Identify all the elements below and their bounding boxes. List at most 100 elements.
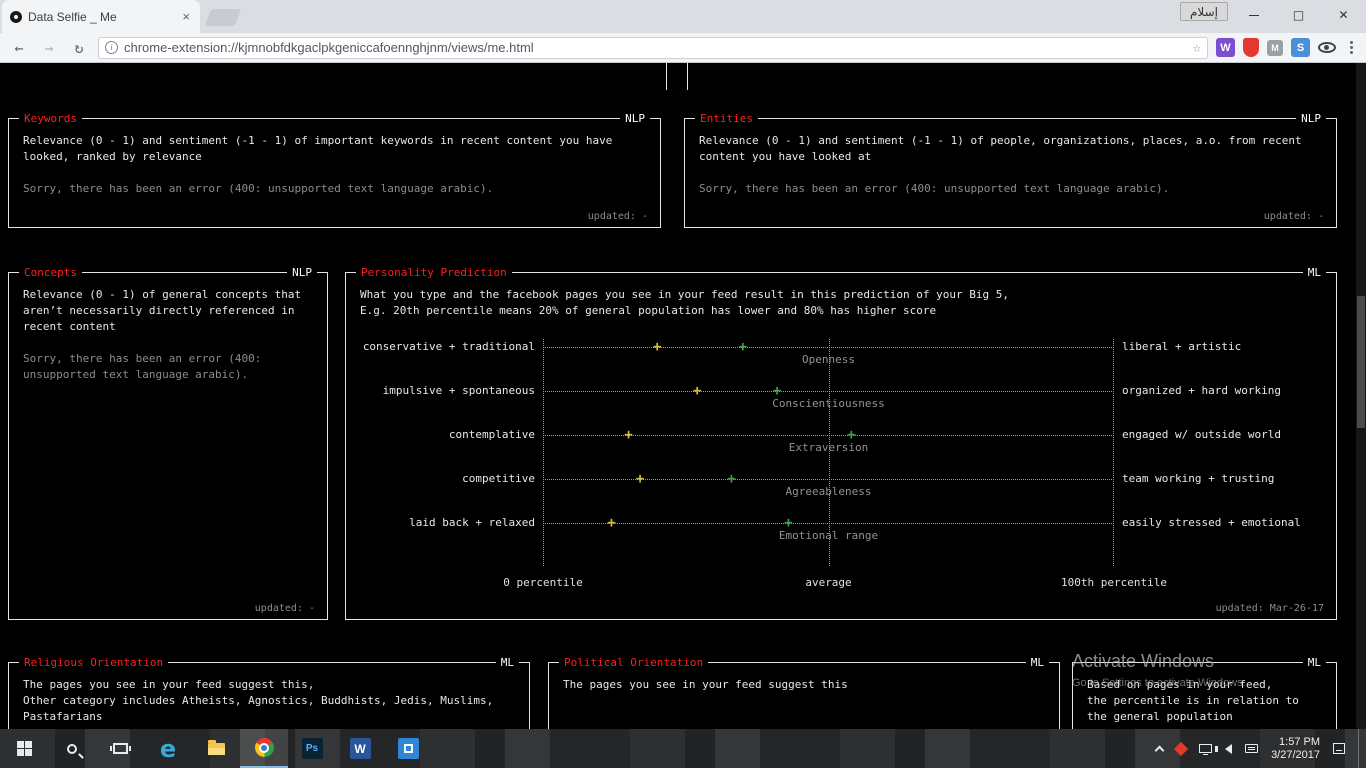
extension-shield-icon[interactable] bbox=[1243, 38, 1259, 57]
panel-description: Relevance (0 - 1) and sentiment (-1 - 1)… bbox=[699, 133, 1322, 165]
edge-icon: e bbox=[159, 734, 177, 763]
new-tab-button[interactable] bbox=[204, 9, 242, 26]
window-controls: □ ✕ bbox=[1231, 0, 1366, 30]
maximize-button[interactable]: □ bbox=[1276, 0, 1321, 30]
trait-high-label: organized + hard working bbox=[1122, 384, 1281, 397]
error-message: Sorry, there has been an error (400: uns… bbox=[23, 181, 646, 197]
panel-description: What you type and the facebook pages you… bbox=[360, 287, 1322, 319]
description-line: Other category includes Atheists, Agnost… bbox=[23, 694, 494, 707]
antivirus-tray-icon[interactable] bbox=[1173, 741, 1189, 756]
word-icon: W bbox=[349, 738, 371, 759]
trait-high-label: liberal + artistic bbox=[1122, 340, 1242, 353]
page-scrollbar[interactable] bbox=[1356, 63, 1366, 729]
marker-yellow: + bbox=[607, 515, 616, 531]
network-icon[interactable] bbox=[1199, 744, 1213, 755]
extension-m-icon[interactable]: M bbox=[1267, 39, 1283, 56]
x-axis-labels: 0 percentile average 100th percentile bbox=[503, 576, 1167, 592]
taskbar-clock[interactable]: 1:57 PM 3/27/2017 bbox=[1271, 736, 1320, 762]
taskbar-photoshop-button[interactable]: Ps bbox=[288, 729, 336, 768]
panel-title: Entities bbox=[695, 111, 758, 127]
panel-title: Personality Prediction bbox=[356, 265, 512, 281]
panel-description: Relevance (0 - 1) of general concepts th… bbox=[23, 287, 313, 335]
marker-green: + bbox=[727, 471, 736, 487]
marker-green: + bbox=[738, 339, 748, 355]
tab-favicon-icon bbox=[10, 10, 22, 23]
taskbar: e Ps W 1:57 PM 3/27/2017 bbox=[0, 729, 1366, 768]
minimize-button[interactable] bbox=[1231, 0, 1276, 30]
updated-label: updated: - bbox=[587, 211, 648, 222]
browser-menu-icon[interactable] bbox=[1344, 41, 1358, 54]
x-tick-label: 100th percentile bbox=[1061, 576, 1167, 589]
marker-green: + bbox=[772, 383, 782, 399]
panel-description: Relevance (0 - 1) and sentiment (-1 - 1)… bbox=[23, 133, 646, 165]
taskbar-chrome-button[interactable] bbox=[240, 729, 288, 768]
panel-description: The pages you see in your feed suggest t… bbox=[23, 677, 515, 725]
description-line: looked, ranked by relevance bbox=[23, 150, 202, 163]
data-selfie-eye-icon[interactable] bbox=[1318, 42, 1336, 53]
taskbar-file-explorer-button[interactable] bbox=[192, 729, 240, 768]
trait-low-label: impulsive + spontaneous bbox=[382, 384, 535, 397]
task-view-button[interactable] bbox=[96, 729, 144, 768]
trait-high-label: team working + trusting bbox=[1122, 472, 1275, 485]
bookmark-star-icon[interactable]: ☆ bbox=[1193, 40, 1201, 56]
marker-green: + bbox=[847, 427, 856, 443]
trait-dotted-line bbox=[543, 523, 1114, 524]
scrollbar-thumb[interactable] bbox=[1357, 296, 1365, 428]
refresh-icon[interactable]: ↻ bbox=[68, 39, 90, 57]
page-info-icon[interactable]: i bbox=[105, 41, 118, 54]
screen: Data Selfie _ Me × إسلام □ ✕ ← → ↻ i ☆ W… bbox=[0, 0, 1366, 768]
forward-icon[interactable]: → bbox=[38, 39, 60, 57]
panel-title: Religious Orientation bbox=[19, 655, 169, 671]
error-line: Sorry, there has been an error (400: uns… bbox=[699, 182, 1170, 195]
error-line: unsupported text language arabic). bbox=[23, 368, 249, 381]
taskbar-word-button[interactable]: W bbox=[336, 729, 384, 768]
ml-badge: ML bbox=[1025, 655, 1049, 671]
action-center-icon[interactable] bbox=[1333, 743, 1345, 754]
description-line: Based on pages in your feed, bbox=[1087, 678, 1273, 691]
overlay-language-badge: إسلام bbox=[1180, 2, 1228, 21]
nlp-badge: NLP bbox=[287, 265, 317, 281]
tray-chevron-up-icon[interactable] bbox=[1154, 745, 1165, 755]
back-icon[interactable]: ← bbox=[8, 39, 30, 57]
extension-w-icon[interactable]: W bbox=[1216, 38, 1235, 57]
browser-tab[interactable]: Data Selfie _ Me × bbox=[2, 0, 200, 33]
religious-panel: Religious Orientation ML The pages you s… bbox=[8, 655, 530, 729]
trait-name: Agreeableness bbox=[785, 485, 872, 498]
tab-close-icon[interactable]: × bbox=[180, 9, 192, 24]
keywords-panel: Keywords NLP Relevance (0 - 1) and senti… bbox=[8, 111, 661, 228]
show-desktop-button[interactable] bbox=[1358, 729, 1362, 768]
description-line: E.g. 20th percentile means 20% of genera… bbox=[360, 304, 937, 317]
x-tick-label: average bbox=[805, 576, 852, 589]
trait-dotted-line bbox=[543, 479, 1114, 480]
updated-label: updated: - bbox=[254, 603, 315, 614]
blue-app-icon bbox=[397, 738, 419, 759]
taskbar-edge-button[interactable]: e bbox=[144, 729, 192, 768]
keyboard-icon[interactable] bbox=[1245, 744, 1259, 753]
description-line: aren’t necessarily directly referenced i… bbox=[23, 304, 295, 317]
error-line: Sorry, there has been an error (400: bbox=[23, 352, 262, 365]
page-content: Keywords NLP Relevance (0 - 1) and senti… bbox=[0, 63, 1366, 729]
photoshop-icon: Ps bbox=[301, 738, 323, 759]
address-bar[interactable]: i ☆ bbox=[98, 36, 1208, 59]
marker-green: + bbox=[784, 515, 793, 531]
nlp-badge: NLP bbox=[620, 111, 650, 127]
search-icon bbox=[67, 743, 77, 754]
extension-s-icon[interactable]: S bbox=[1291, 38, 1310, 57]
marker-yellow: + bbox=[635, 471, 645, 487]
panel-border-remnant bbox=[666, 63, 667, 90]
trait-low-label: conservative + traditional bbox=[362, 340, 535, 353]
nlp-badge: NLP bbox=[1296, 111, 1326, 127]
start-button[interactable] bbox=[0, 729, 48, 768]
file-explorer-icon bbox=[207, 739, 225, 755]
volume-icon[interactable] bbox=[1215, 743, 1233, 754]
error-message: Sorry, there has been an error (400: uns… bbox=[23, 351, 313, 383]
taskbar-app-button[interactable] bbox=[384, 729, 432, 768]
description-line: content you have looked at bbox=[699, 150, 872, 163]
search-button[interactable] bbox=[48, 729, 96, 768]
trait-high-labels: liberal + artistic organized + hard worki… bbox=[1122, 325, 1322, 592]
url-input[interactable] bbox=[124, 40, 1187, 55]
task-view-icon bbox=[109, 743, 131, 754]
close-button[interactable]: ✕ bbox=[1321, 0, 1366, 30]
tab-strip: Data Selfie _ Me × إسلام □ ✕ bbox=[0, 0, 1366, 33]
concepts-panel: Concepts NLP Relevance (0 - 1) of genera… bbox=[8, 265, 328, 620]
